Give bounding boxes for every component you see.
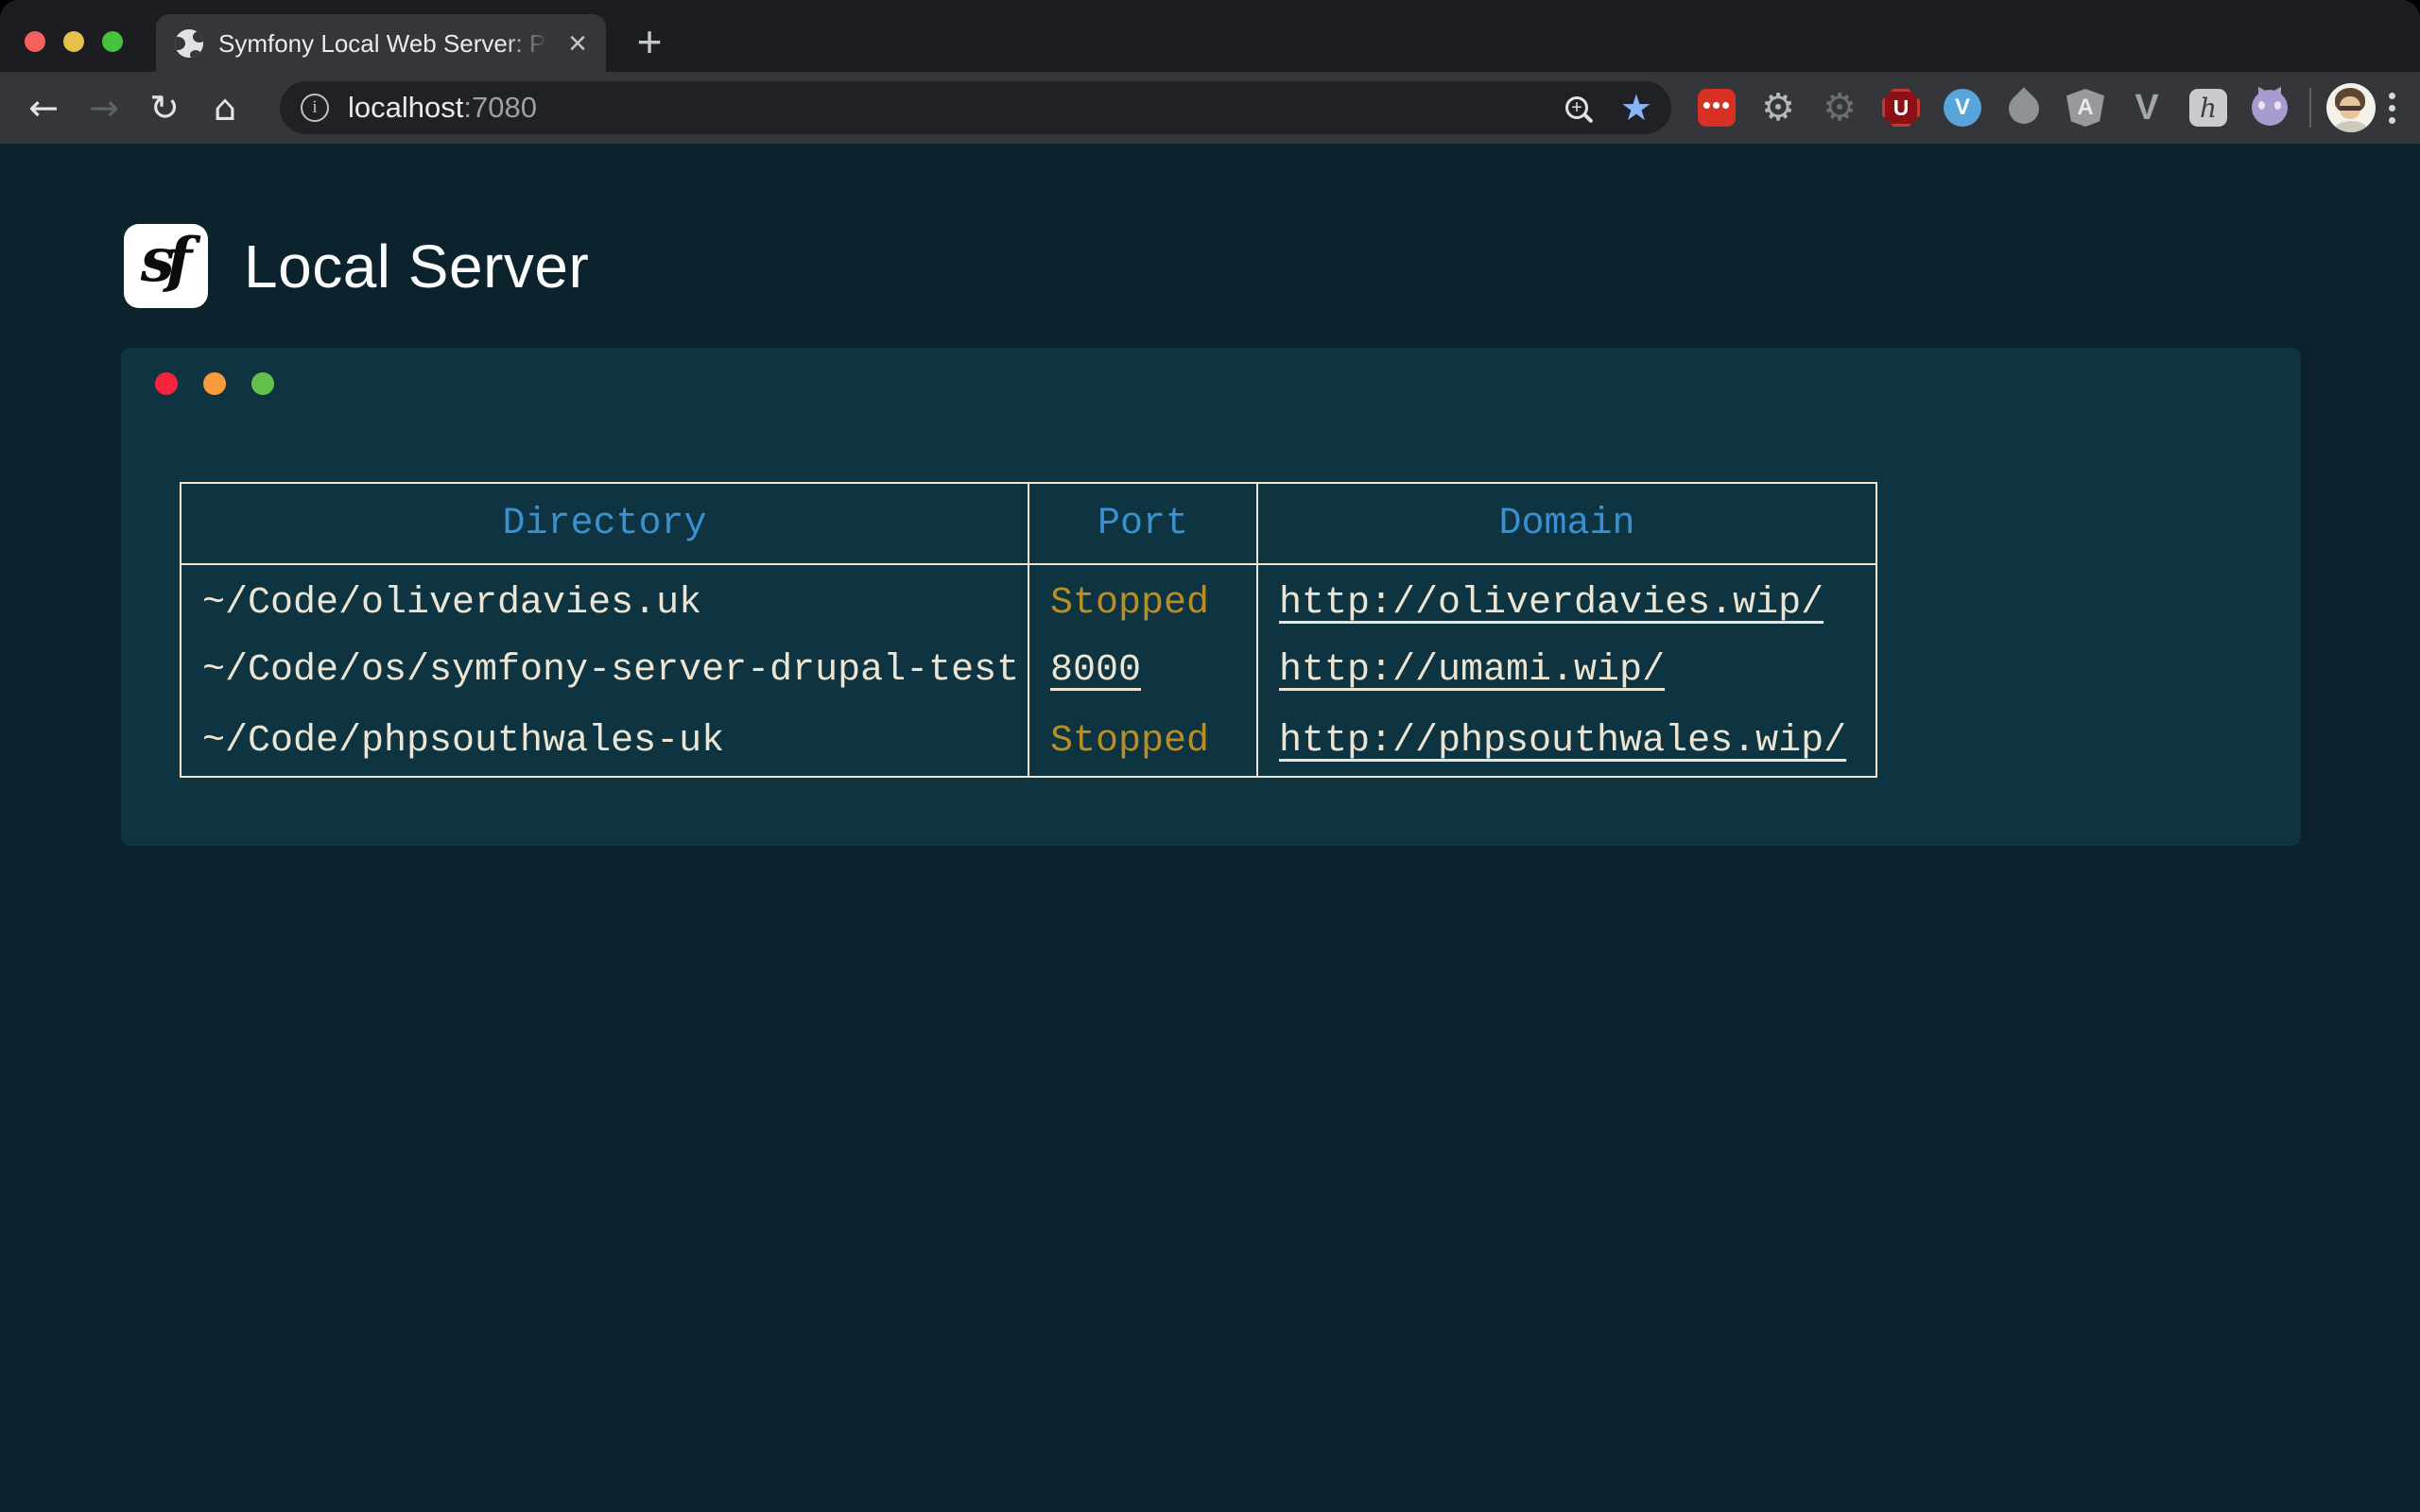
url-port: :7080	[463, 91, 537, 124]
table-row: ~/Code/oliverdavies.uk Stopped http://ol…	[181, 564, 1876, 635]
tab-title: Symfony Local Web Server: Prox	[218, 27, 557, 60]
zoom-page-icon[interactable]: +	[1565, 96, 1588, 119]
column-header-directory: Directory	[181, 483, 1028, 564]
angular-extension-icon[interactable]: A	[2066, 89, 2104, 127]
column-header-port: Port	[1028, 483, 1257, 564]
globe-favicon-icon	[175, 29, 203, 58]
table-header-row: Directory Port Domain	[181, 483, 1876, 564]
page-title: Local Server	[244, 232, 589, 301]
port-link[interactable]: 8000	[1050, 649, 1141, 692]
vimium-extension-icon[interactable]: V	[1944, 89, 1981, 127]
back-icon[interactable]: ←	[15, 79, 72, 136]
address-bar[interactable]: i localhost:7080 + ★	[280, 81, 1671, 134]
home-icon[interactable]: ⌂	[197, 79, 253, 136]
status-badge: Stopped	[1050, 582, 1209, 625]
card-red-dot-icon	[155, 372, 178, 395]
table-row: ~/Code/os/symfony-server-drupal-test 800…	[181, 635, 1876, 706]
gear-dim-extension-icon[interactable]: ⚙	[1821, 89, 1858, 127]
column-header-domain: Domain	[1257, 483, 1876, 564]
vue-extension-icon[interactable]: V	[2128, 89, 2166, 127]
minimize-window-button[interactable]	[63, 31, 84, 52]
lastpass-extension-icon[interactable]: •••	[1698, 89, 1736, 127]
browser-menu-icon[interactable]	[2389, 93, 2395, 124]
directory-cell: ~/Code/phpsouthwales-uk	[181, 706, 1028, 777]
gear-extension-icon[interactable]: ⚙	[1759, 89, 1797, 127]
github-octocat-extension-icon[interactable]	[2251, 89, 2289, 127]
card-green-dot-icon	[251, 372, 274, 395]
url-text[interactable]: localhost:7080	[348, 91, 537, 125]
reload-icon[interactable]: ↻	[136, 79, 193, 136]
ublock-extension-icon[interactable]: U	[1882, 89, 1920, 127]
table-row: ~/Code/phpsouthwales-uk Stopped http://p…	[181, 706, 1876, 777]
status-badge: Stopped	[1050, 720, 1209, 763]
tab-close-icon[interactable]: ×	[566, 27, 589, 60]
directory-cell: ~/Code/oliverdavies.uk	[181, 564, 1028, 635]
drupal-extension-icon[interactable]	[2005, 89, 2043, 127]
port-cell: 8000	[1028, 635, 1257, 706]
brand-header: sf Local Server	[124, 224, 589, 308]
port-cell: Stopped	[1028, 564, 1257, 635]
card-traffic-dots	[155, 372, 274, 395]
url-host: localhost	[348, 91, 463, 124]
port-cell: Stopped	[1028, 706, 1257, 777]
profile-avatar[interactable]	[2326, 83, 2376, 132]
domain-link[interactable]: http://phpsouthwales.wip/	[1279, 720, 1846, 763]
domain-link[interactable]: http://umami.wip/	[1279, 649, 1665, 692]
browser-window: Symfony Local Web Server: Prox × + ← → ↻…	[0, 0, 2420, 1512]
bookmark-star-icon[interactable]: ★	[1620, 90, 1652, 126]
directory-cell: ~/Code/os/symfony-server-drupal-test	[181, 635, 1028, 706]
terminal-card: Directory Port Domain ~/Code/oliverdavie…	[121, 348, 2301, 846]
zoom-window-button[interactable]	[102, 31, 123, 52]
toolbar-divider	[2309, 88, 2311, 128]
domain-cell: http://umami.wip/	[1257, 635, 1876, 706]
site-info-icon[interactable]: i	[301, 94, 329, 122]
card-orange-dot-icon	[203, 372, 226, 395]
servers-table: Directory Port Domain ~/Code/oliverdavie…	[180, 482, 1877, 778]
browser-toolbar: ← → ↻ ⌂ i localhost:7080 + ★ ••• ⚙ ⚙ U V…	[0, 72, 2420, 144]
domain-cell: http://phpsouthwales.wip/	[1257, 706, 1876, 777]
h-extension-icon[interactable]: h	[2189, 89, 2227, 127]
domain-cell: http://oliverdavies.wip/	[1257, 564, 1876, 635]
window-controls	[25, 31, 123, 52]
new-tab-button[interactable]: +	[623, 15, 676, 68]
page-content: sf Local Server Directory Port Domain	[0, 144, 2420, 1512]
forward-icon: →	[76, 79, 132, 136]
extensions-bar: ••• ⚙ ⚙ U V A V h	[1698, 89, 2289, 127]
symfony-logo-icon: sf	[124, 224, 208, 308]
tab-strip: Symfony Local Web Server: Prox × +	[0, 0, 2420, 72]
domain-link[interactable]: http://oliverdavies.wip/	[1279, 582, 1824, 625]
close-window-button[interactable]	[25, 31, 45, 52]
browser-tab[interactable]: Symfony Local Web Server: Prox ×	[156, 14, 606, 72]
